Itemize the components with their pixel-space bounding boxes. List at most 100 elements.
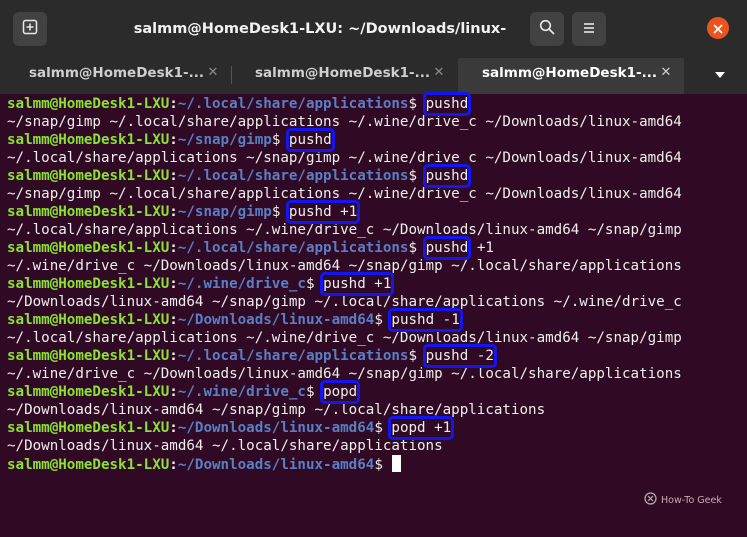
close-icon — [713, 19, 723, 38]
prompt-user: salmm@HomeDesk1-LXU — [7, 168, 170, 184]
output-line: ~/.local/share/applications ~/.wine/driv… — [7, 222, 682, 238]
close-window-button[interactable] — [707, 17, 729, 39]
prompt-user: salmm@HomeDesk1-LXU — [7, 276, 170, 292]
highlighted-command: pushd +1 — [285, 200, 361, 224]
terminal-window: salmm@HomeDesk1-LXU: ~/Downloads/linux-a… — [0, 0, 747, 537]
prompt-line: salmm@HomeDesk1-LXU:~/.wine/drive_c$ pop… — [7, 380, 737, 404]
tab-label: salmm@HomeDesk1-... — [255, 65, 430, 81]
prompt-separator: : — [169, 204, 178, 220]
close-icon[interactable]: ✕ — [432, 66, 446, 80]
prompt-symbol: $ — [408, 96, 426, 112]
close-icon[interactable]: ✕ — [659, 66, 673, 80]
prompt-line: salmm@HomeDesk1-LXU:~/Downloads/linux-am… — [7, 455, 737, 473]
prompt-line: salmm@HomeDesk1-LXU:~/.local/share/appli… — [7, 92, 737, 116]
tab-list-dropdown[interactable] — [700, 58, 740, 88]
prompt-symbol: $ — [408, 168, 426, 184]
prompt-symbol: $ — [408, 240, 426, 256]
prompt-separator: : — [169, 240, 178, 256]
menu-button[interactable] — [572, 12, 606, 46]
prompt-line: salmm@HomeDesk1-LXU:~/Downloads/linux-am… — [7, 416, 737, 440]
title-bar[interactable]: salmm@HomeDesk1-LXU: ~/Downloads/linux-a… — [0, 0, 747, 95]
watermark: How-To Geek — [644, 492, 722, 508]
prompt-path: ~/.local/share/applications — [177, 96, 409, 112]
prompt-path: ~/.local/share/applications — [177, 168, 409, 184]
prompt-user: salmm@HomeDesk1-LXU — [7, 457, 170, 473]
prompt-path: ~/.wine/drive_c — [177, 384, 306, 400]
plus-square-icon — [22, 19, 38, 39]
output-line: ~/.local/share/applications ~/.wine/driv… — [7, 330, 682, 346]
hamburger-menu-icon — [582, 20, 596, 39]
prompt-line: salmm@HomeDesk1-LXU:~/.local/share/appli… — [7, 344, 737, 368]
htg-logo-icon — [644, 492, 657, 508]
prompt-symbol: $ — [271, 132, 289, 148]
highlighted-command: pushd -2 — [422, 344, 497, 368]
output-line: ~/.wine/drive_c ~/Downloads/linux-amd64 … — [7, 258, 682, 274]
prompt-line: salmm@HomeDesk1-LXU:~/.wine/drive_c$ pus… — [7, 272, 737, 296]
close-icon[interactable]: ✕ — [206, 66, 220, 80]
prompt-path: ~/Downloads/linux-amd64 — [177, 312, 375, 328]
output-line: ~/.local/share/applications ~/snap/gimp … — [7, 150, 682, 166]
prompt-separator: : — [169, 96, 178, 112]
prompt-symbol: $ — [271, 204, 289, 220]
highlighted-command: pushd — [422, 164, 472, 188]
prompt-line: salmm@HomeDesk1-LXU:~/.local/share/appli… — [7, 236, 737, 260]
highlighted-command: pushd -1 — [388, 308, 463, 332]
prompt-separator: : — [169, 168, 178, 184]
prompt-symbol: $ — [374, 457, 392, 473]
prompt-user: salmm@HomeDesk1-LXU — [7, 240, 170, 256]
prompt-path: ~/Downloads/linux-amd64 — [177, 457, 375, 473]
output-line: ~/Downloads/linux-amd64 ~/snap/gimp ~/.l… — [7, 294, 682, 310]
tab-3-active[interactable]: salmm@HomeDesk1-... ✕ — [458, 58, 684, 94]
prompt-symbol: $ — [408, 348, 426, 364]
tab-1[interactable]: salmm@HomeDesk1-... ✕ — [5, 58, 231, 94]
output-line: ~/snap/gimp ~/.local/share/applications … — [7, 186, 682, 202]
tab-bar: salmm@HomeDesk1-... ✕ salmm@HomeDesk1-..… — [0, 58, 747, 94]
output-line: ~/snap/gimp ~/.local/share/applications … — [7, 114, 682, 130]
output-line: ~/Downloads/linux-amd64 ~/snap/gimp ~/.l… — [7, 402, 546, 418]
prompt-user: salmm@HomeDesk1-LXU — [7, 348, 170, 364]
prompt-path: ~/.local/share/applications — [177, 348, 409, 364]
prompt-separator: : — [169, 312, 178, 328]
scrollbar[interactable] — [733, 98, 739, 523]
window-title: salmm@HomeDesk1-LXU: ~/Downloads/linux-a… — [133, 21, 507, 95]
search-button[interactable] — [530, 12, 564, 46]
prompt-user: salmm@HomeDesk1-LXU — [7, 96, 170, 112]
prompt-separator: : — [169, 132, 178, 148]
prompt-user: salmm@HomeDesk1-LXU — [7, 132, 170, 148]
prompt-separator: : — [169, 457, 178, 473]
prompt-line: salmm@HomeDesk1-LXU:~/snap/gimp$ pushd +… — [7, 200, 737, 224]
prompt-line: salmm@HomeDesk1-LXU:~/Downloads/linux-am… — [7, 308, 737, 332]
prompt-path: ~/Downloads/linux-amd64 — [177, 420, 375, 436]
chevron-down-icon — [714, 64, 726, 83]
highlighted-command: pushd — [422, 236, 472, 260]
prompt-separator: : — [169, 384, 178, 400]
prompt-symbol: $ — [305, 276, 324, 292]
prompt-user: salmm@HomeDesk1-LXU — [7, 312, 170, 328]
watermark-text: How-To Geek — [661, 494, 722, 506]
prompt-symbol: $ — [305, 384, 324, 400]
prompt-separator: : — [169, 276, 178, 292]
prompt-separator: : — [169, 348, 178, 364]
prompt-symbol: $ — [374, 312, 392, 328]
terminal-output[interactable]: salmm@HomeDesk1-LXU:~/.local/share/appli… — [7, 92, 737, 535]
prompt-path: ~/.wine/drive_c — [177, 276, 306, 292]
command-argument: +1 — [468, 240, 494, 256]
prompt-user: salmm@HomeDesk1-LXU — [7, 420, 170, 436]
prompt-separator: : — [169, 420, 178, 436]
output-line: ~/.wine/drive_c ~/Downloads/linux-amd64 … — [7, 366, 682, 382]
search-icon — [539, 19, 555, 39]
highlighted-command: pushd +1 — [320, 272, 395, 296]
new-tab-button[interactable] — [13, 12, 47, 46]
tab-label: salmm@HomeDesk1-... — [482, 65, 657, 81]
highlighted-command: popd +1 — [388, 416, 455, 440]
prompt-user: salmm@HomeDesk1-LXU — [7, 384, 170, 400]
prompt-user: salmm@HomeDesk1-LXU — [7, 204, 170, 220]
tab-2[interactable]: salmm@HomeDesk1-... ✕ — [231, 58, 457, 94]
prompt-line: salmm@HomeDesk1-LXU:~/.local/share/appli… — [7, 164, 737, 188]
highlighted-command: popd — [320, 380, 361, 404]
prompt-path: ~/snap/gimp — [177, 132, 272, 148]
prompt-path: ~/.local/share/applications — [177, 240, 409, 256]
highlighted-command: pushd — [422, 92, 472, 116]
highlighted-command: pushd — [285, 128, 335, 152]
tab-label: salmm@HomeDesk1-... — [29, 65, 204, 81]
